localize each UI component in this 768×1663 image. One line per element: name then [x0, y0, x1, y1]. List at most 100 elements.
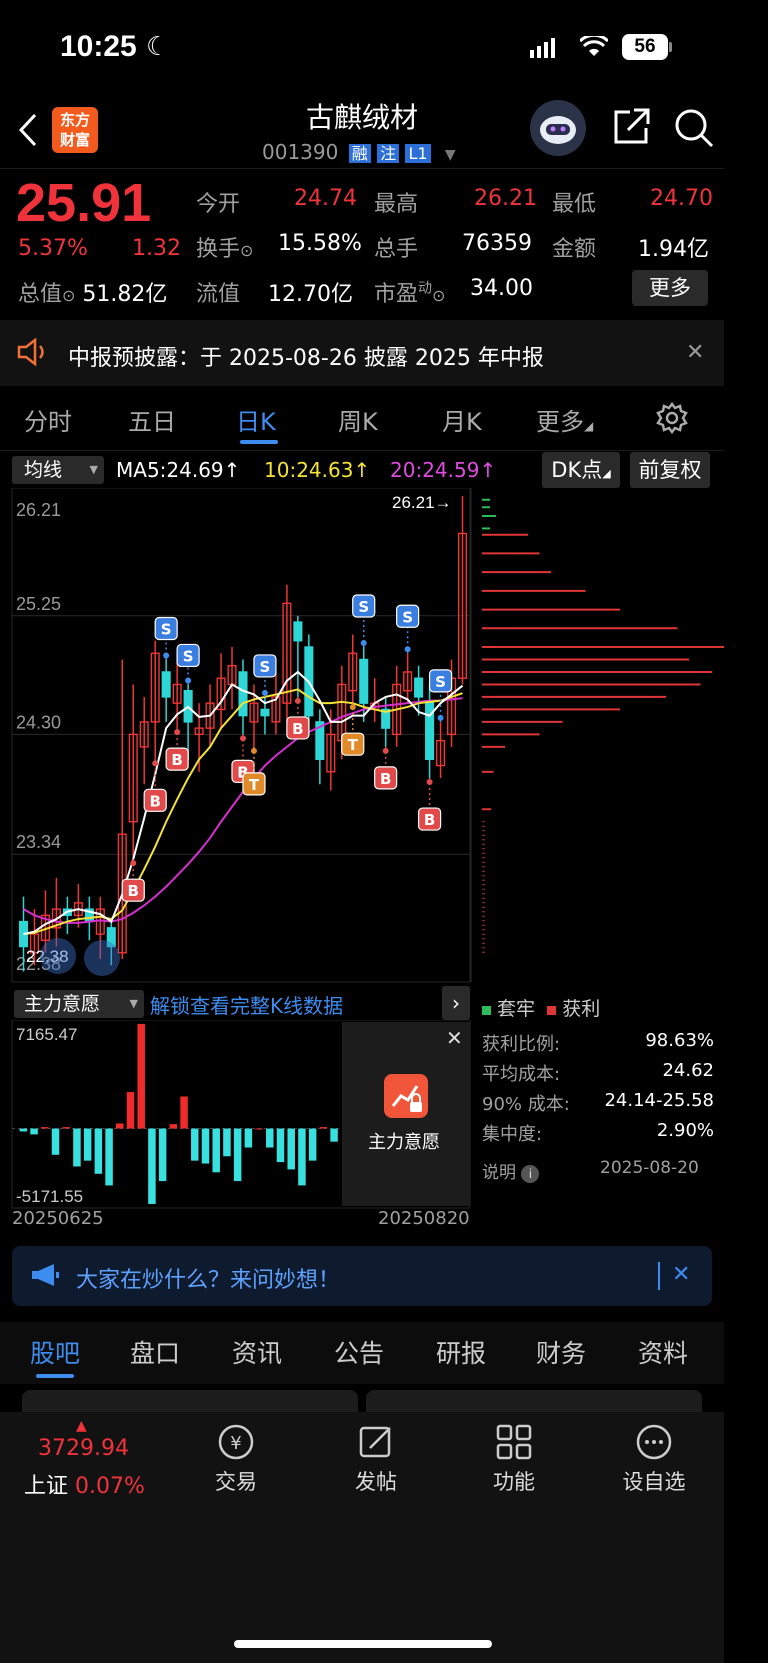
inflow-bar	[169, 1124, 178, 1129]
ask-banner-close-icon[interactable]: ✕	[672, 1262, 690, 1287]
signal-dot	[404, 646, 411, 653]
chip-stats: 获利比例: 98.63% 平均成本: 24.62 90% 成本: 24.14-25.5…	[482, 1030, 714, 1145]
buy-signal-label: B	[149, 792, 160, 810]
unlock-link[interactable]: 解锁查看完整K线数据	[150, 990, 343, 1019]
search-icon[interactable]	[672, 106, 716, 154]
indicator-dropdown[interactable]: 主力意愿 ▼	[14, 990, 144, 1018]
open-value: 24.74	[294, 186, 357, 211]
share-icon[interactable]	[610, 106, 652, 152]
nav-trade[interactable]: ¥ 交易	[200, 1422, 272, 1496]
tab-research[interactable]: 研报	[436, 1334, 486, 1370]
outflow-bar	[276, 1128, 285, 1163]
outflow-bar	[30, 1128, 38, 1135]
price-axis-label: 25.25	[16, 594, 61, 614]
home-indicator	[234, 1640, 492, 1648]
tab-minute[interactable]: 分时	[24, 402, 72, 437]
signal-dot	[294, 697, 301, 704]
outflow-bar	[244, 1128, 253, 1148]
inflow-bar	[137, 1023, 145, 1129]
tab-news[interactable]: 资讯	[232, 1334, 282, 1370]
index-block[interactable]: 上证 0.07%	[24, 1468, 145, 1500]
signal-icon	[530, 38, 556, 58]
expand-chevron-icon[interactable]: ›	[442, 986, 470, 1020]
index-value: 3729.94	[38, 1436, 129, 1461]
index-name: 上证	[24, 1474, 69, 1499]
kline-frame	[11, 488, 471, 983]
signal-dot	[163, 652, 170, 659]
inflow-bar	[319, 1127, 328, 1129]
tab-guba[interactable]: 股吧	[30, 1334, 80, 1370]
outflow-bar	[148, 1128, 156, 1204]
inflow-bar	[116, 1123, 124, 1129]
chip-note[interactable]: 说明 i	[482, 1158, 540, 1183]
section-active-underline	[36, 1374, 74, 1378]
change-percent: 5.37%	[18, 236, 88, 261]
robot-avatar-icon[interactable]	[530, 100, 586, 156]
nav-post[interactable]: 发帖	[340, 1422, 412, 1496]
wifi-icon	[578, 33, 610, 62]
sell-signal-label: S	[435, 673, 446, 691]
adjust-button[interactable]: 前复权	[630, 452, 710, 488]
indicator-min-label: -5171.55	[16, 1187, 83, 1206]
low-label: 最低	[552, 192, 597, 217]
amount-label: 金额	[552, 237, 597, 262]
notice-close-icon[interactable]: ✕	[686, 340, 704, 365]
signal-dot	[382, 747, 389, 754]
price-axis-label: 26.21	[16, 500, 61, 520]
buy-signal-label: B	[292, 720, 303, 738]
settings-gear-icon[interactable]	[656, 401, 688, 438]
more-button[interactable]: 更多	[632, 270, 708, 306]
add-marker-halo	[84, 940, 120, 976]
info-icon: ⊙	[62, 286, 76, 305]
outflow-bar	[308, 1128, 317, 1161]
stock-code-line[interactable]: 001390 融 注 L1 ▼	[262, 140, 456, 164]
tag-level: L1	[405, 144, 431, 163]
nav-function[interactable]: 功能	[478, 1422, 550, 1496]
low-value: 24.70	[650, 186, 713, 211]
outflow-bar	[287, 1128, 295, 1170]
sell-signal-label: S	[260, 658, 271, 676]
outflow-bar	[51, 1128, 60, 1155]
kline-chart[interactable]: 26.2125.2524.3023.3422.38SSSSSSBBBBBBBTT…	[0, 488, 724, 986]
ma-dropdown[interactable]: 均线 ▼	[12, 456, 104, 484]
tab-pankou[interactable]: 盘口	[130, 1334, 180, 1370]
lock-close-icon[interactable]: ✕	[446, 1026, 463, 1050]
date-end: 20250820	[378, 1208, 470, 1229]
tab-profile[interactable]: 资料	[638, 1334, 688, 1370]
signal-dot	[261, 689, 268, 696]
outflow-bar	[19, 1128, 28, 1132]
outflow-bar	[73, 1128, 81, 1167]
outflow-bar	[233, 1128, 242, 1182]
tab-more[interactable]: 更多◢	[536, 402, 593, 437]
outflow-bar	[105, 1128, 113, 1186]
high-value: 26.21	[474, 186, 537, 211]
nav-watchlist[interactable]: 设自选	[616, 1422, 692, 1496]
candle-down	[238, 671, 248, 717]
volume-value: 76359	[462, 231, 532, 256]
notice-text: 中报预披露：于 2025-08-26 披露 2025 年中报	[68, 346, 544, 371]
float-value: 12.70亿	[268, 282, 353, 307]
tab-day-k[interactable]: 日K	[236, 402, 276, 437]
inflow-bar	[62, 1127, 70, 1129]
signal-dot	[437, 714, 444, 721]
ma5-value: MA5:24.69↑	[116, 458, 241, 482]
outflow-bar	[212, 1128, 220, 1173]
open-label: 今开	[196, 192, 241, 217]
dk-point-button[interactable]: DK点◢	[542, 452, 620, 488]
speaker-icon	[16, 337, 50, 370]
amount-value: 1.94亿	[638, 237, 709, 262]
outflow-bar	[83, 1128, 92, 1161]
tab-finance[interactable]: 财务	[536, 1334, 586, 1370]
ask-banner-text: 大家在炒什么？来问妙想！	[76, 1268, 341, 1293]
signal-dot	[130, 860, 137, 867]
tab-five-day[interactable]: 五日	[128, 402, 176, 437]
tab-announcement[interactable]: 公告	[334, 1334, 384, 1370]
signal-dot	[426, 779, 433, 786]
sell-signal-label: S	[402, 608, 413, 626]
outflow-bar	[298, 1128, 306, 1186]
tab-week-k[interactable]: 周K	[338, 402, 378, 437]
high-label: 最高	[374, 192, 419, 217]
price-axis-label: 23.34	[16, 832, 61, 852]
tab-month-k[interactable]: 月K	[442, 402, 482, 437]
candle-down	[161, 671, 171, 698]
